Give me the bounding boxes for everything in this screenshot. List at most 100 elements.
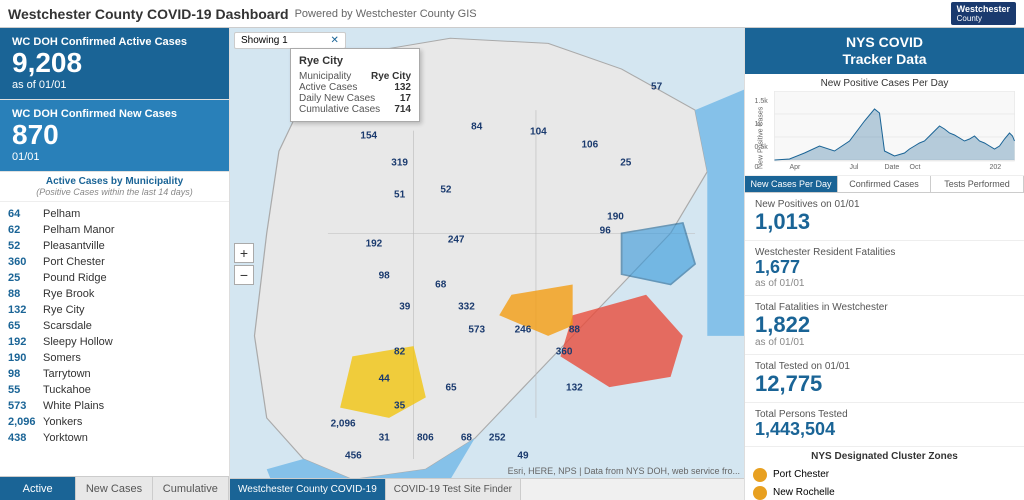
cluster-dot bbox=[753, 468, 767, 482]
bottom-tab-cumulative[interactable]: Cumulative bbox=[153, 477, 229, 500]
nys-covid-header: NYS COVID Tracker Data bbox=[745, 28, 1024, 74]
muni-name: Scarsdale bbox=[43, 320, 92, 332]
muni-name: Tarrytown bbox=[43, 368, 91, 380]
chart-tab-0[interactable]: New Cases Per Day bbox=[745, 176, 838, 192]
resident-fatalities-number: 1,677 bbox=[755, 258, 1014, 278]
cluster-title: NYS Designated Cluster Zones bbox=[753, 451, 1016, 462]
logo-line2: County bbox=[957, 14, 1010, 23]
muni-header-line1: Active Cases by Municipality bbox=[12, 176, 217, 187]
muni-name: Pleasantville bbox=[43, 240, 105, 252]
confirmed-new-box: WC DOH Confirmed New Cases 870 01/01 bbox=[0, 100, 229, 172]
chart-tab-2[interactable]: Tests Performed bbox=[931, 176, 1024, 192]
new-positives-label: New Positives on 01/01 bbox=[755, 199, 1014, 210]
muni-count: 25 bbox=[8, 272, 43, 284]
muni-count: 64 bbox=[8, 208, 43, 220]
map-showing-label: Showing 1 ✕ bbox=[234, 32, 346, 49]
list-item: 25Pound Ridge bbox=[0, 270, 229, 286]
popup-daily-val: 17 bbox=[400, 93, 411, 104]
zoom-in-button[interactable]: + bbox=[234, 243, 254, 263]
new-positives-row: New Positives on 01/01 1,013 bbox=[745, 193, 1024, 241]
map-number-label: 246 bbox=[515, 324, 532, 335]
muni-name: Yorktown bbox=[43, 432, 88, 444]
zoom-out-button[interactable]: − bbox=[234, 265, 254, 285]
svg-text:1.5k: 1.5k bbox=[755, 98, 769, 105]
bottom-tab-new-cases[interactable]: New Cases bbox=[76, 477, 152, 500]
map-number-label: 2,096 bbox=[331, 419, 356, 430]
map-number-label: 154 bbox=[360, 131, 377, 142]
total-fatalities-number: 1,822 bbox=[755, 313, 1014, 337]
map-close-icon[interactable]: ✕ bbox=[330, 35, 338, 46]
total-fatalities-date: as of 01/01 bbox=[755, 337, 1014, 348]
popup-active-key: Active Cases bbox=[299, 82, 357, 93]
map-popup: Rye City Municipality Rye City Active Ca… bbox=[290, 48, 420, 122]
muni-count: 52 bbox=[8, 240, 43, 252]
total-fatalities-label: Total Fatalities in Westchester bbox=[755, 302, 1014, 313]
municipality-list: 64Pelham62Pelham Manor52Pleasantville360… bbox=[0, 202, 229, 476]
list-item: 573White Plains bbox=[0, 398, 229, 414]
muni-name: Rye City bbox=[43, 304, 85, 316]
dashboard-title: Westchester County COVID-19 Dashboard bbox=[8, 6, 289, 22]
map-number-label: 132 bbox=[566, 383, 583, 394]
map-number-label: 252 bbox=[489, 432, 506, 443]
total-tested-row: Total Tested on 01/01 12,775 bbox=[745, 355, 1024, 403]
svg-text:Apr: Apr bbox=[790, 164, 802, 171]
chart-area: New Positive Cases Per Day 1.5k 1k 0.5k … bbox=[745, 74, 1024, 176]
map-number-label: 332 bbox=[458, 302, 475, 313]
muni-name: Pelham bbox=[43, 208, 80, 220]
list-item: 64Pelham bbox=[0, 206, 229, 222]
map-number-label: 57 bbox=[651, 81, 662, 92]
list-item: 88Rye Brook bbox=[0, 286, 229, 302]
map-zoom-controls: + − bbox=[234, 243, 254, 285]
resident-fatalities-row: Westchester Resident Fatalities 1,677 as… bbox=[745, 241, 1024, 296]
popup-active-val: 132 bbox=[394, 82, 411, 93]
popup-municipality-key: Municipality bbox=[299, 71, 351, 82]
map-background: 1905710625968415431951522471929868393325… bbox=[230, 28, 744, 500]
muni-count: 65 bbox=[8, 320, 43, 332]
map-number-label: 96 bbox=[600, 225, 611, 236]
muni-count: 62 bbox=[8, 224, 43, 236]
map-number-label: 190 bbox=[607, 212, 624, 223]
list-item: 2,096Yonkers bbox=[0, 414, 229, 430]
svg-text:New Positive Cases: New Positive Cases bbox=[758, 106, 765, 169]
map-number-label: 49 bbox=[517, 450, 528, 461]
map-panel[interactable]: 1905710625968415431951522471929868393325… bbox=[230, 28, 744, 500]
municipality-header: Active Cases by Municipality (Positive C… bbox=[0, 172, 229, 202]
muni-name: Port Chester bbox=[43, 256, 105, 268]
cluster-name: Port Chester bbox=[773, 469, 829, 480]
muni-count: 98 bbox=[8, 368, 43, 380]
map-number-label: 52 bbox=[440, 185, 451, 196]
total-persons-number: 1,443,504 bbox=[755, 420, 1014, 440]
map-number-label: 456 bbox=[345, 450, 362, 461]
map-number-label: 88 bbox=[569, 324, 580, 335]
confirmed-active-date: as of 01/01 bbox=[12, 79, 217, 91]
list-item: 98Tarrytown bbox=[0, 366, 229, 382]
list-item: 55Tuckahoe bbox=[0, 382, 229, 398]
list-item: 438Yorktown bbox=[0, 430, 229, 446]
map-number-label: 360 bbox=[556, 347, 573, 358]
bottom-tab-active[interactable]: Active bbox=[0, 477, 76, 500]
confirmed-new-date: 01/01 bbox=[12, 151, 217, 163]
chart-tab-1[interactable]: Confirmed Cases bbox=[838, 176, 931, 192]
muni-name: Pelham Manor bbox=[43, 224, 115, 236]
map-tab-1[interactable]: COVID-19 Test Site Finder bbox=[386, 479, 521, 500]
muni-count: 190 bbox=[8, 352, 43, 364]
map-tab-0[interactable]: Westchester County COVID-19 bbox=[230, 479, 386, 500]
muni-count: 192 bbox=[8, 336, 43, 348]
muni-count: 573 bbox=[8, 400, 43, 412]
popup-cumulative-val: 714 bbox=[394, 104, 411, 115]
header: Westchester County COVID-19 Dashboard Po… bbox=[0, 0, 1024, 28]
list-item: 65Scarsdale bbox=[0, 318, 229, 334]
confirmed-new-number: 870 bbox=[12, 120, 217, 151]
muni-name: Somers bbox=[43, 352, 81, 364]
muni-count: 360 bbox=[8, 256, 43, 268]
chart-container: 1.5k 1k 0.5k 0 New Positive Cases bbox=[753, 91, 1016, 171]
chart-title: New Positive Cases Per Day bbox=[753, 78, 1016, 89]
confirmed-active-box: WC DOH Confirmed Active Cases 9,208 as o… bbox=[0, 28, 229, 100]
map-number-label: 98 bbox=[379, 270, 390, 281]
map-number-label: 104 bbox=[530, 126, 547, 137]
map-number-label: 84 bbox=[471, 122, 482, 133]
map-number-label: 82 bbox=[394, 347, 405, 358]
map-number-label: 68 bbox=[461, 432, 472, 443]
total-fatalities-row: Total Fatalities in Westchester 1,822 as… bbox=[745, 296, 1024, 355]
popup-municipality-val: Rye City bbox=[371, 71, 411, 82]
